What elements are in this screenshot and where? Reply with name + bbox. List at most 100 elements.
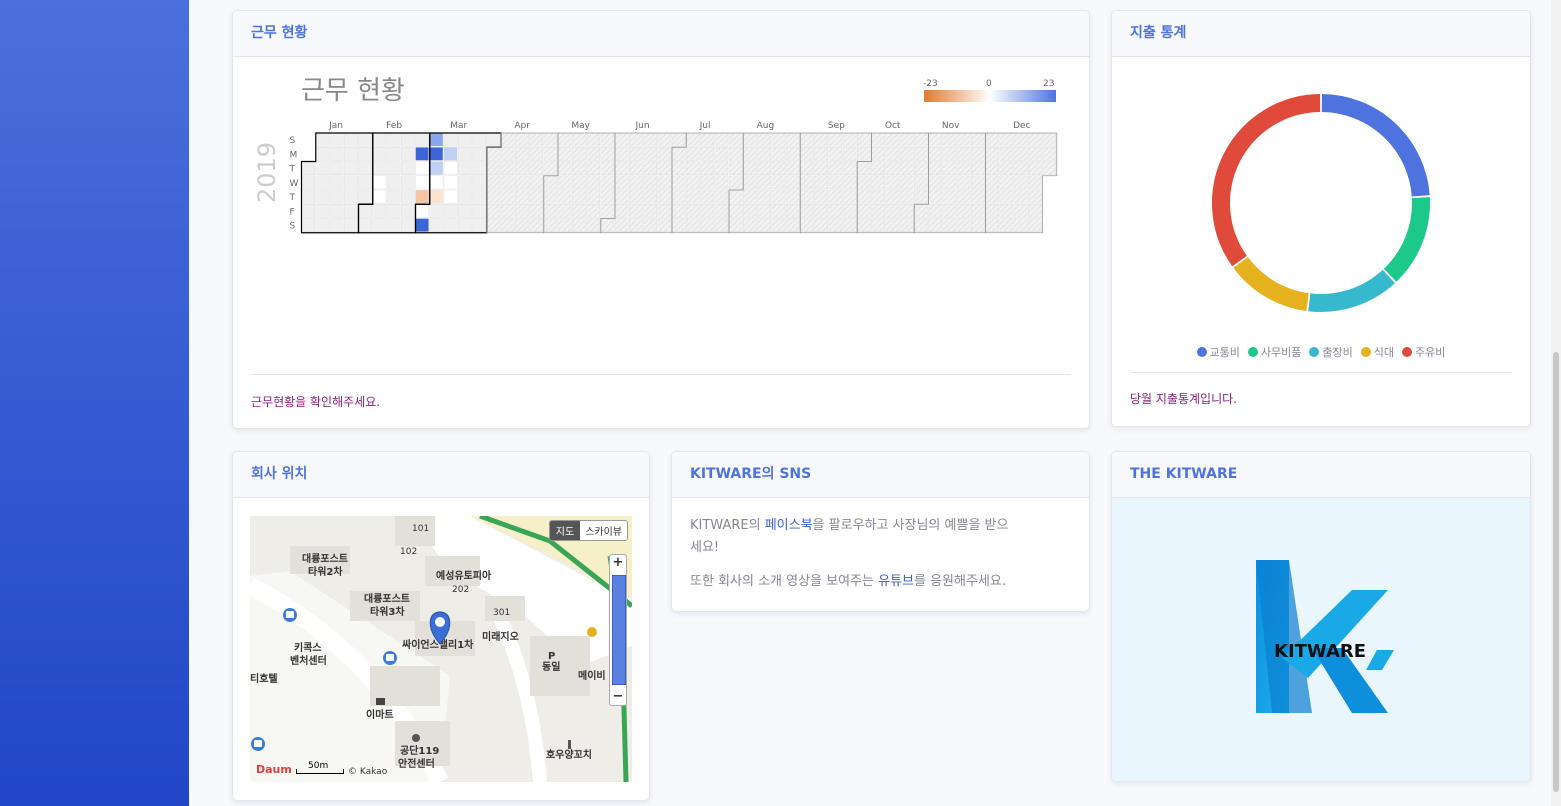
heatmap-day-cell[interactable] <box>885 189 900 204</box>
heatmap-day-cell[interactable] <box>415 204 429 218</box>
heatmap-day-cell[interactable] <box>643 161 657 175</box>
heatmap-day-cell[interactable] <box>458 175 472 190</box>
heatmap-day-cell[interactable] <box>372 189 387 204</box>
heatmap-day-cell[interactable] <box>700 189 714 204</box>
heatmap-day-cell[interactable] <box>999 161 1014 175</box>
heatmap-day-cell[interactable] <box>671 175 686 190</box>
heatmap-day-cell[interactable] <box>458 132 472 147</box>
heatmap-day-cell[interactable] <box>557 147 572 161</box>
heatmap-day-cell[interactable] <box>329 147 344 161</box>
heatmap-day-cell[interactable] <box>315 204 330 218</box>
heatmap-day-cell[interactable] <box>686 189 700 204</box>
heatmap-day-cell[interactable] <box>315 147 330 161</box>
heatmap-day-cell[interactable] <box>315 132 330 147</box>
heatmap-day-cell[interactable] <box>557 218 572 232</box>
heatmap-day-cell[interactable] <box>557 175 572 190</box>
heatmap-day-cell[interactable] <box>458 218 472 232</box>
heatmap-day-cell[interactable] <box>629 218 643 232</box>
heatmap-day-cell[interactable] <box>956 218 971 232</box>
heatmap-day-cell[interactable] <box>914 175 928 190</box>
heatmap-day-cell[interactable] <box>785 132 800 147</box>
heatmap-day-cell[interactable] <box>700 218 714 232</box>
heatmap-day-cell[interactable] <box>329 218 344 232</box>
heatmap-day-cell[interactable] <box>771 161 786 175</box>
heatmap-day-cell[interactable] <box>956 204 971 218</box>
heatmap-day-cell[interactable] <box>999 204 1014 218</box>
heatmap-day-cell[interactable] <box>828 147 843 161</box>
heatmap-day-cell[interactable] <box>443 132 458 147</box>
heatmap-day-cell[interactable] <box>401 132 415 147</box>
heatmap-day-cell[interactable] <box>985 161 999 175</box>
heatmap-day-cell[interactable] <box>999 175 1014 190</box>
heatmap-day-cell[interactable] <box>600 161 615 175</box>
heatmap-day-cell[interactable] <box>443 189 458 204</box>
heatmap-day-cell[interactable] <box>671 204 686 218</box>
heatmap-day-cell[interactable] <box>586 132 600 147</box>
heatmap-day-cell[interactable] <box>857 175 871 190</box>
heatmap-day-cell[interactable] <box>372 161 387 175</box>
heatmap-day-cell[interactable] <box>814 161 828 175</box>
heatmap-day-cell[interactable] <box>686 175 700 190</box>
heatmap-day-cell[interactable] <box>358 189 372 204</box>
heatmap-day-cell[interactable] <box>415 189 429 204</box>
heatmap-day-cell[interactable] <box>586 175 600 190</box>
heatmap-day-cell[interactable] <box>401 189 415 204</box>
heatmap-day-cell[interactable] <box>301 189 315 204</box>
heatmap-day-cell[interactable] <box>771 175 786 190</box>
heatmap-day-cell[interactable] <box>771 189 786 204</box>
heatmap-day-cell[interactable] <box>515 147 529 161</box>
zoom-in-button[interactable]: + <box>610 555 626 571</box>
heatmap-day-cell[interactable] <box>614 132 629 147</box>
heatmap-day-cell[interactable] <box>1013 218 1028 232</box>
heatmap-day-cell[interactable] <box>871 161 885 175</box>
heatmap-day-cell[interactable] <box>985 147 999 161</box>
heatmap-day-cell[interactable] <box>899 189 914 204</box>
heatmap-day-cell[interactable] <box>543 218 558 232</box>
heatmap-day-cell[interactable] <box>500 161 515 175</box>
heatmap-day-cell[interactable] <box>942 161 957 175</box>
heatmap-day-cell[interactable] <box>671 189 686 204</box>
heatmap-day-cell[interactable] <box>543 189 558 204</box>
heatmap-day-cell[interactable] <box>315 161 330 175</box>
heatmap-day-cell[interactable] <box>643 147 657 161</box>
heatmap-day-cell[interactable] <box>401 204 415 218</box>
legend-item[interactable]: 사무비품 <box>1247 344 1301 360</box>
heatmap-day-cell[interactable] <box>529 218 543 232</box>
heatmap-day-cell[interactable] <box>1042 161 1056 175</box>
heatmap-day-cell[interactable] <box>771 204 786 218</box>
heatmap-day-cell[interactable] <box>301 204 315 218</box>
heatmap-day-cell[interactable] <box>329 132 344 147</box>
heatmap-day-cell[interactable] <box>814 147 828 161</box>
heatmap-day-cell[interactable] <box>458 204 472 218</box>
heatmap-day-cell[interactable] <box>714 147 729 161</box>
heatmap-day-cell[interactable] <box>914 204 928 218</box>
heatmap-day-cell[interactable] <box>643 189 657 204</box>
heatmap-day-cell[interactable] <box>329 204 344 218</box>
heatmap-day-cell[interactable] <box>500 204 515 218</box>
heatmap-day-cell[interactable] <box>814 175 828 190</box>
heatmap-day-cell[interactable] <box>572 147 586 161</box>
heatmap-day-cell[interactable] <box>515 132 529 147</box>
heatmap-day-cell[interactable] <box>572 175 586 190</box>
heatmap-day-cell[interactable] <box>828 132 843 147</box>
heatmap-day-cell[interactable] <box>401 161 415 175</box>
heatmap-day-cell[interactable] <box>472 218 486 232</box>
heatmap-day-cell[interactable] <box>572 132 586 147</box>
page-scrollbar[interactable] <box>1551 0 1561 806</box>
heatmap-day-cell[interactable] <box>914 161 928 175</box>
heatmap-day-cell[interactable] <box>743 189 757 204</box>
heatmap-day-cell[interactable] <box>985 218 999 232</box>
heatmap-day-cell[interactable] <box>614 189 629 204</box>
heatmap-day-cell[interactable] <box>971 147 985 161</box>
heatmap-day-cell[interactable] <box>771 132 786 147</box>
heatmap-day-cell[interactable] <box>999 218 1014 232</box>
heatmap-day-cell[interactable] <box>401 218 415 232</box>
heatmap-day-cell[interactable] <box>543 161 558 175</box>
heatmap-day-cell[interactable] <box>643 218 657 232</box>
heatmap-day-cell[interactable] <box>500 175 515 190</box>
heatmap-day-cell[interactable] <box>629 161 643 175</box>
heatmap-day-cell[interactable] <box>500 132 515 147</box>
heatmap-day-cell[interactable] <box>1028 161 1042 175</box>
heatmap-day-cell[interactable] <box>401 147 415 161</box>
heatmap-day-cell[interactable] <box>415 218 429 232</box>
